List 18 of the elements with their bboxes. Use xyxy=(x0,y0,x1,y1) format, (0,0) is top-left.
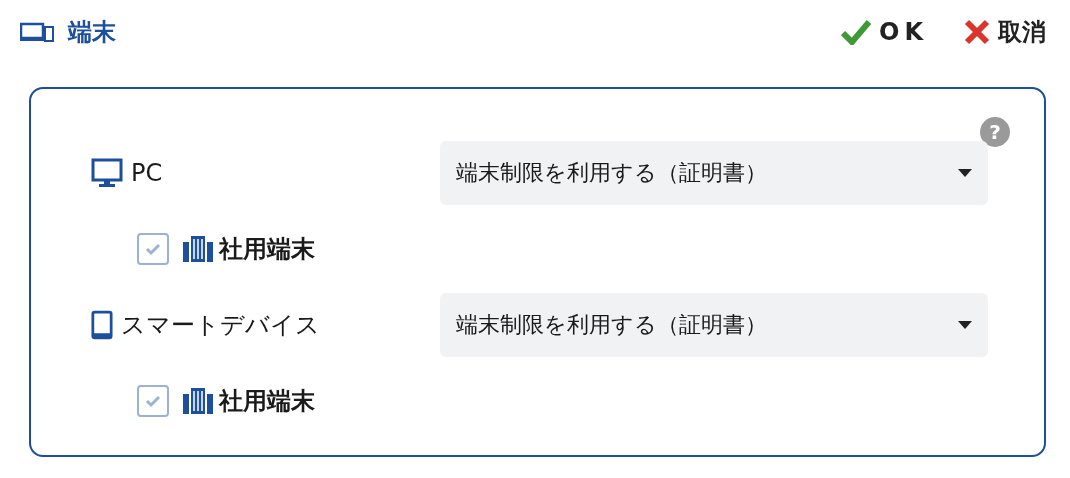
option-label: 社用端末 xyxy=(219,386,315,417)
building-icon xyxy=(183,236,213,262)
tablet-icon xyxy=(91,310,113,340)
monitor-icon xyxy=(91,158,123,188)
ok-button[interactable]: OK xyxy=(841,16,928,48)
cancel-button[interactable]: 取消 xyxy=(964,16,1046,48)
restriction-dropdown[interactable]: 端末制限を利用する（証明書） xyxy=(440,293,988,357)
caret-icon xyxy=(958,169,972,177)
device-label: PC xyxy=(131,159,163,187)
restriction-dropdown[interactable]: 端末制限を利用する（証明書） xyxy=(440,141,988,205)
device-label: スマートデバイス xyxy=(121,310,320,341)
check-icon xyxy=(841,19,871,45)
page-title: 端末 xyxy=(68,17,116,48)
building-icon xyxy=(183,388,213,414)
caret-icon xyxy=(958,321,972,329)
option-label: 社用端末 xyxy=(219,234,315,265)
devices-icon xyxy=(20,21,54,43)
close-icon xyxy=(964,19,990,45)
